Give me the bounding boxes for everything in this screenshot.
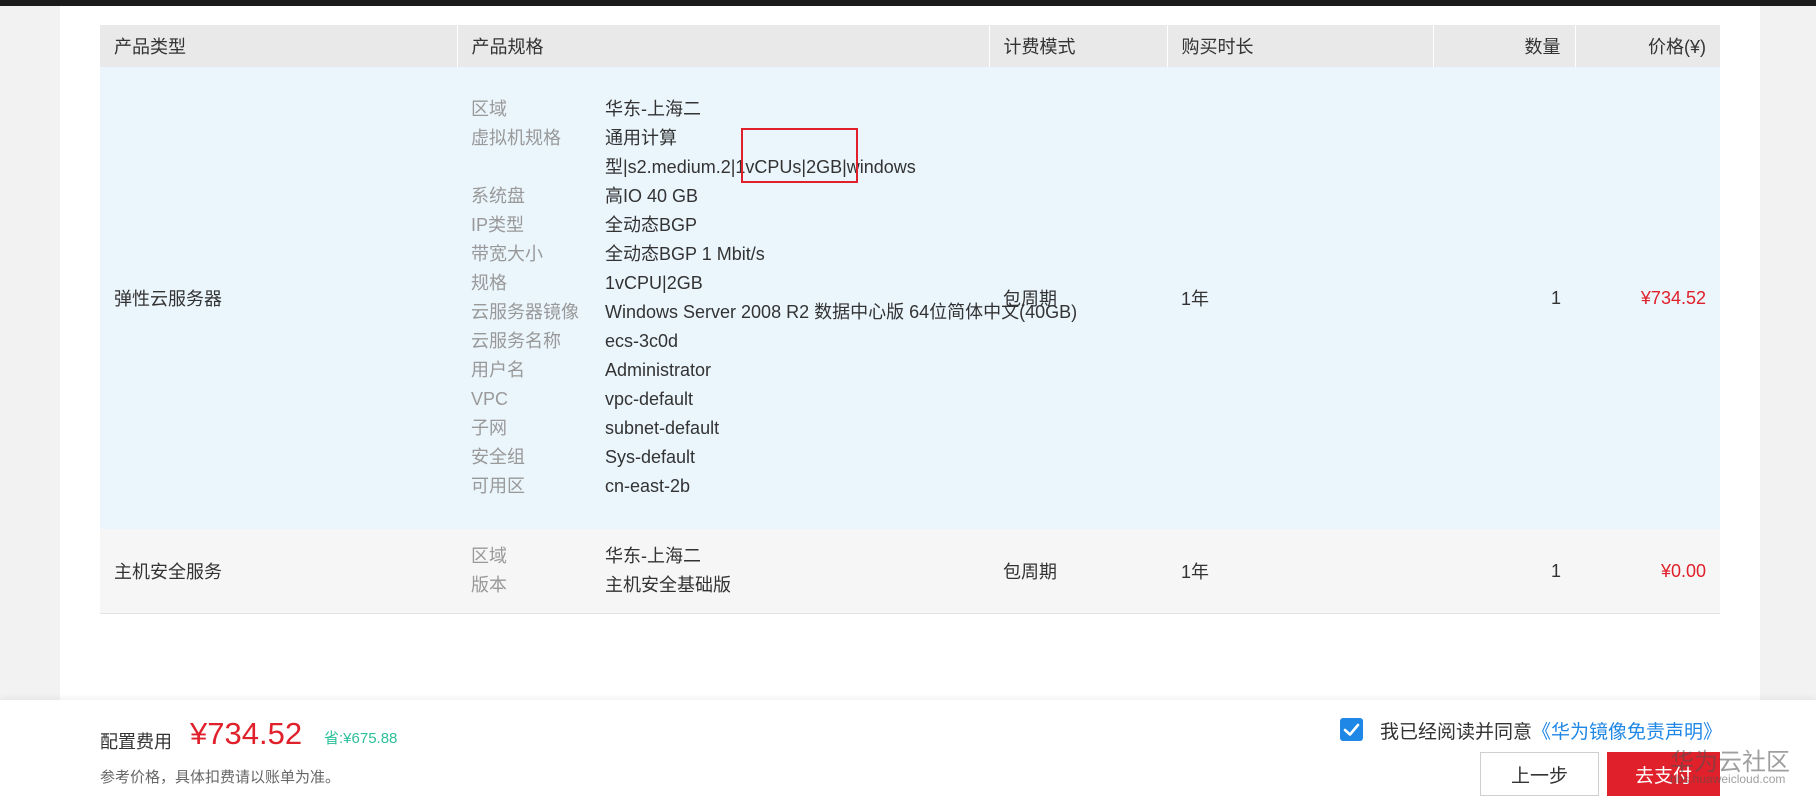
spec-value: Administrator [605,360,712,380]
spec-key: 区域 [471,99,507,119]
agree-checkbox[interactable] [1340,718,1363,741]
checkout-footer: 配置费用 ¥734.52 省:¥675.88 参考价格，具体扣费请以账单为准。 … [0,700,1816,807]
table-header-row: 产品类型 产品规格 计费模式 购买时长 数量 价格(¥) [100,25,1720,67]
spec-key: 可用区 [471,476,525,496]
table-row: 弹性云服务器 区域 华东-上海二 虚拟机规格 通用计算型|s2.medium.2… [100,67,1720,529]
fee-note: 参考价格，具体扣费请以账单为准。 [100,769,341,786]
spec-value: 全动态BGP 1 Mbit/s [605,244,765,264]
header-duration: 购买时长 [1166,25,1433,67]
spec-key: IP类型 [471,215,525,235]
product-spec: 区域 华东-上海二 虚拟机规格 通用计算型|s2.medium.2|1vCPUs… [457,67,1077,529]
fee-savings: 省:¥675.88 [324,730,398,747]
spec-key: 用户名 [471,360,525,380]
price: ¥0.00 [1575,529,1720,614]
header-product-type: 产品类型 [100,25,457,67]
highlight-box [741,128,858,183]
spec-value: 主机安全基础版 [605,575,731,595]
fee-amount: ¥734.52 [190,716,303,751]
spec-key: VPC [471,389,509,409]
purchase-duration: 1年 [1167,529,1433,614]
spec-key: 虚拟机规格 [471,128,561,148]
spec-value: 全动态BGP [605,215,698,235]
order-table: 产品类型 产品规格 计费模式 购买时长 数量 价格(¥) 弹性云服务器 区域 华… [100,25,1720,614]
header-quantity: 数量 [1432,25,1575,67]
prev-step-button[interactable]: 上一步 [1480,752,1599,796]
spec-value: 高IO 40 GB [605,186,699,206]
spec-value: ecs-3c0d [605,331,679,351]
agree-text: 我已经阅读并同意 [1380,722,1533,743]
spec-value: 华东-上海二 [605,546,701,566]
spec-value: 通用计算型|s2.medium.2|1vCPUs|2GB|windows [605,128,916,177]
disclaimer-link[interactable]: 《华为镜像免责声明》 [1532,722,1722,743]
spec-key: 规格 [471,273,507,293]
spec-key: 带宽大小 [471,244,543,264]
spec-key: 云服务名称 [471,331,561,351]
spec-key: 安全组 [471,447,525,467]
header-price: 价格(¥) [1574,25,1720,67]
spec-value: Sys-default [605,447,696,467]
spec-key: 云服务器镜像 [471,302,579,322]
spec-value: subnet-default [605,418,720,438]
spec-key: 系统盘 [471,186,525,206]
fee-label: 配置费用 [100,732,172,752]
billing-mode: 包周期 [989,529,1167,614]
product-type: 主机安全服务 [100,529,457,614]
spec-value: vpc-default [605,389,694,409]
spec-key: 子网 [471,418,507,438]
purchase-duration: 1年 [1167,67,1433,529]
checkmark-icon [1343,723,1360,736]
spec-list: 区域 华东-上海二 虚拟机规格 通用计算型|s2.medium.2|1vCPUs… [471,95,1077,501]
spec-list: 区域 华东-上海二 版本 主机安全基础版 [471,542,975,600]
agree-statement: 我已经阅读并同意《华为镜像免责声明》 [1380,717,1722,744]
watermark-url: bbs.huaweicloud.com [1670,772,1786,786]
table-row: 主机安全服务 区域 华东-上海二 版本 主机安全基础版 包周期 1年 1 ¥0.… [100,529,1720,614]
header-billing-mode: 计费模式 [988,25,1167,67]
spec-key: 版本 [471,575,507,595]
quantity: 1 [1433,67,1575,529]
spec-key: 区域 [471,546,507,566]
product-type: 弹性云服务器 [100,67,457,529]
spec-value: 华东-上海二 [605,99,701,119]
quantity: 1 [1433,529,1575,614]
price: ¥734.52 [1575,67,1720,529]
product-spec: 区域 华东-上海二 版本 主机安全基础版 [457,529,989,614]
header-product-spec: 产品规格 [456,25,989,67]
spec-value: cn-east-2b [605,476,691,496]
